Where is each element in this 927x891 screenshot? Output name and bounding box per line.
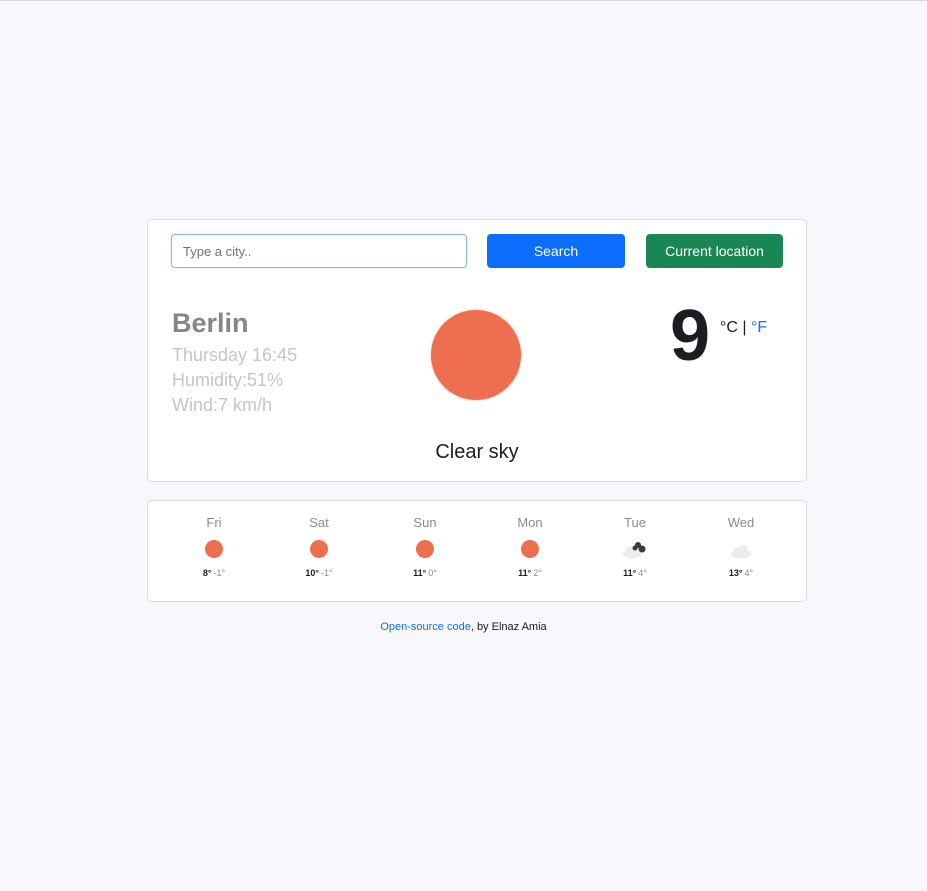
footer: Open-source code, by Elnaz Amia (0, 621, 927, 633)
current-location-button[interactable]: Current location (646, 234, 783, 268)
footer-credit: , by Elnaz Amia (470, 621, 547, 633)
forecast-min: 2° (533, 568, 542, 578)
forecast-min: -1° (213, 568, 226, 578)
sun-icon (521, 540, 539, 558)
wind-speed: Wind:7 km/h (172, 395, 273, 415)
forecast-day-name: Sun (413, 515, 437, 530)
cloud-icon (731, 544, 751, 559)
forecast-max: 11° (413, 568, 427, 578)
source-code-link[interactable]: Open-source code (380, 621, 471, 633)
forecast-day: Mon 11° 2° (490, 515, 570, 578)
forecast-day-name: Fri (206, 515, 222, 530)
sun-icon (205, 540, 223, 558)
unit-toggle: °C | °F (720, 319, 767, 337)
forecast-card: Fri 8° -1° Sat 10° -1° Sun 11° 0° Mon 11° 2°… (147, 500, 807, 602)
humidity: Humidity:51% (172, 370, 284, 390)
forecast-day: Fri 8° -1° (174, 515, 254, 578)
current-temperature: 9 (670, 296, 711, 376)
forecast-day-name: Sat (309, 515, 329, 530)
cloud-dark-icon (623, 542, 646, 559)
forecast-max: 11° (623, 568, 637, 578)
forecast-min: 4° (744, 568, 754, 578)
forecast-min: -1° (321, 568, 333, 578)
fahrenheit-link[interactable]: °F (751, 319, 767, 336)
unit-separator: | (737, 319, 751, 336)
forecast-day: Sun 11° 0° (385, 515, 465, 578)
city-search-input[interactable] (171, 234, 467, 268)
weather-card: Search Current location Berlin Thursday … (147, 219, 807, 482)
celsius-link[interactable]: °C (720, 319, 738, 336)
forecast-max: 11° (518, 568, 532, 578)
search-button[interactable]: Search (487, 234, 625, 268)
sun-icon (416, 540, 434, 558)
forecast-day: Sat 10° -1° (279, 515, 359, 578)
forecast-day-name: Mon (517, 515, 543, 530)
city-name: Berlin (172, 308, 249, 338)
forecast-min: 0° (428, 568, 437, 578)
forecast-day: Tue 11° 4° (595, 515, 675, 578)
forecast-day: Wed 13° 4° (701, 515, 781, 578)
weather-description: Clear sky (435, 441, 519, 463)
sun-icon (310, 540, 328, 558)
forecast-max: 8° (202, 568, 212, 578)
date-time: Thursday 16:45 (172, 345, 298, 365)
forecast-day-name: Wed (727, 515, 755, 530)
forecast-min: 4° (638, 568, 647, 578)
forecast-max: 10° (305, 568, 319, 578)
forecast-max: 13° (728, 568, 743, 578)
sun-icon (431, 310, 521, 400)
forecast-day-name: Tue (624, 515, 646, 530)
